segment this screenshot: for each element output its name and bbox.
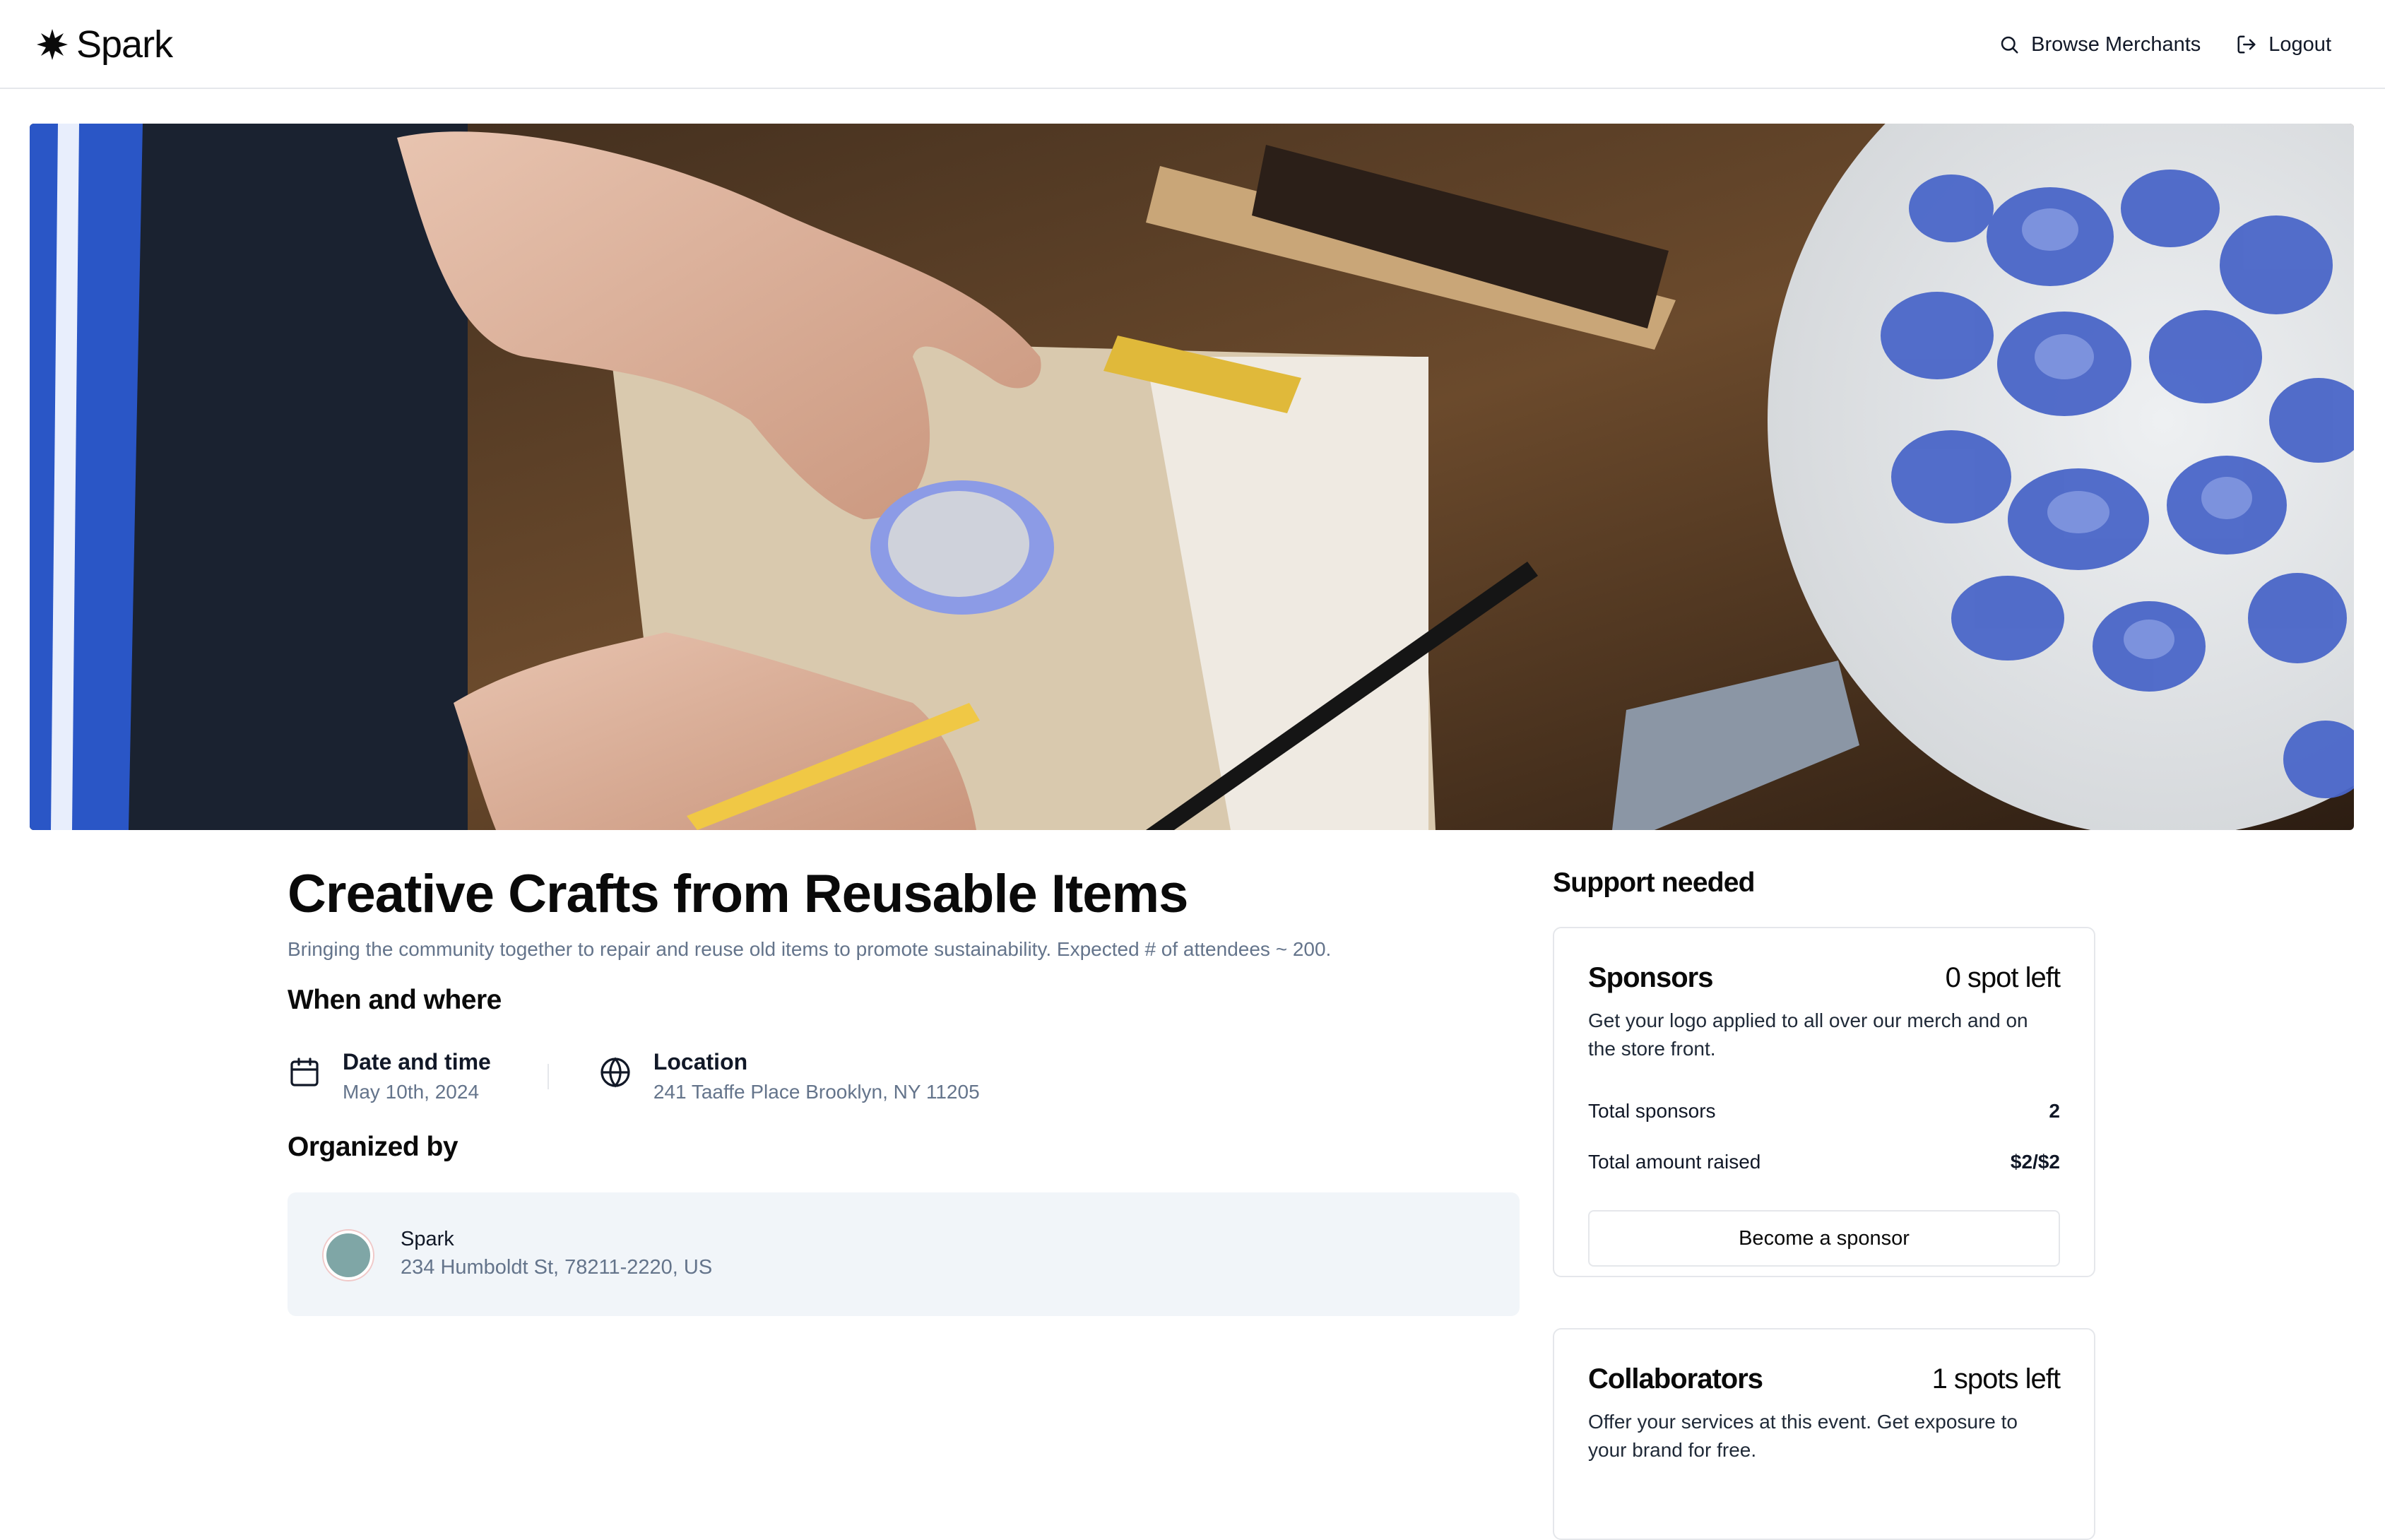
header-nav: Browse Merchants Logout — [1999, 25, 2331, 64]
top-navigation-bar: Spark Browse Merchants Logout — [0, 0, 2385, 89]
total-sponsors-row: Total sponsors 2 — [1588, 1097, 2060, 1125]
total-sponsors-label: Total sponsors — [1588, 1100, 1716, 1122]
spark-burst-icon — [37, 29, 68, 60]
event-details: Creative Crafts from Reusable Items Brin… — [288, 859, 1520, 1316]
calendar-icon — [290, 1058, 319, 1086]
browse-merchants-label: Browse Merchants — [2031, 32, 2201, 56]
organizer-card[interactable]: Spark 234 Humboldt St, 78211-2220, US — [288, 1192, 1520, 1316]
location-value: 241 Taaffe Place Brooklyn, NY 11205 — [653, 1081, 980, 1103]
date-time-value: May 10th, 2024 — [343, 1081, 480, 1103]
event-description: Bringing the community together to repai… — [288, 938, 1332, 960]
sponsors-description: Get your logo applied to all over our me… — [1588, 1009, 2028, 1060]
sponsors-title: Sponsors — [1588, 962, 1713, 993]
total-raised-label: Total amount raised — [1588, 1151, 1761, 1173]
when-where-heading: When and where — [288, 985, 502, 1015]
search-icon — [2001, 36, 2018, 54]
brand-logo[interactable]: Spark — [35, 21, 173, 68]
date-time-detail: Date and time May 10th, 2024 — [288, 1047, 491, 1106]
collaborators-card-header: Collaborators 1 spots left — [1588, 1363, 2061, 1395]
organized-by-heading: Organized by — [288, 1132, 458, 1162]
support-needed-heading: Support needed — [1553, 867, 1755, 898]
collaborators-spots-left: 1 spots left — [1931, 1363, 2061, 1394]
sponsors-card: Sponsors 0 spot left Get your logo appli… — [1553, 927, 2095, 1277]
total-raised-value: $2/$2 — [2010, 1151, 2060, 1173]
logout-icon — [2237, 35, 2256, 54]
total-raised-row: Total amount raised $2/$2 — [1588, 1148, 2060, 1176]
event-title: Creative Crafts from Reusable Items — [288, 864, 1188, 924]
logout-link[interactable]: Logout — [2236, 33, 2331, 57]
location-label: Location — [653, 1049, 748, 1074]
collaborators-card: Collaborators 1 spots left Offer your se… — [1553, 1328, 2095, 1540]
collaborators-description: Offer your services at this event. Get e… — [1588, 1411, 2018, 1461]
logout-label: Logout — [2268, 32, 2331, 56]
sponsors-card-header: Sponsors 0 spot left — [1588, 962, 2061, 994]
organizer-avatar — [324, 1231, 373, 1280]
event-hero-image — [30, 124, 2354, 830]
browse-merchants-link[interactable]: Browse Merchants — [1999, 33, 2201, 57]
detail-divider — [547, 1064, 549, 1089]
location-detail: Location 241 Taaffe Place Brooklyn, NY 1… — [598, 1047, 980, 1106]
total-sponsors-value: 2 — [2049, 1100, 2060, 1122]
sponsors-spots-left: 0 spot left — [1945, 962, 2061, 993]
collaborators-title: Collaborators — [1588, 1363, 1763, 1394]
date-time-label: Date and time — [343, 1049, 491, 1074]
organizer-address: 234 Humboldt St, 78211-2220, US — [401, 1256, 713, 1279]
event-details-row: Date and time May 10th, 2024 Location 24… — [288, 1047, 980, 1106]
globe-icon — [600, 1057, 630, 1088]
become-sponsor-button[interactable]: Become a sponsor — [1588, 1210, 2060, 1267]
organizer-name: Spark — [401, 1228, 454, 1250]
brand-name: Spark — [76, 23, 173, 66]
